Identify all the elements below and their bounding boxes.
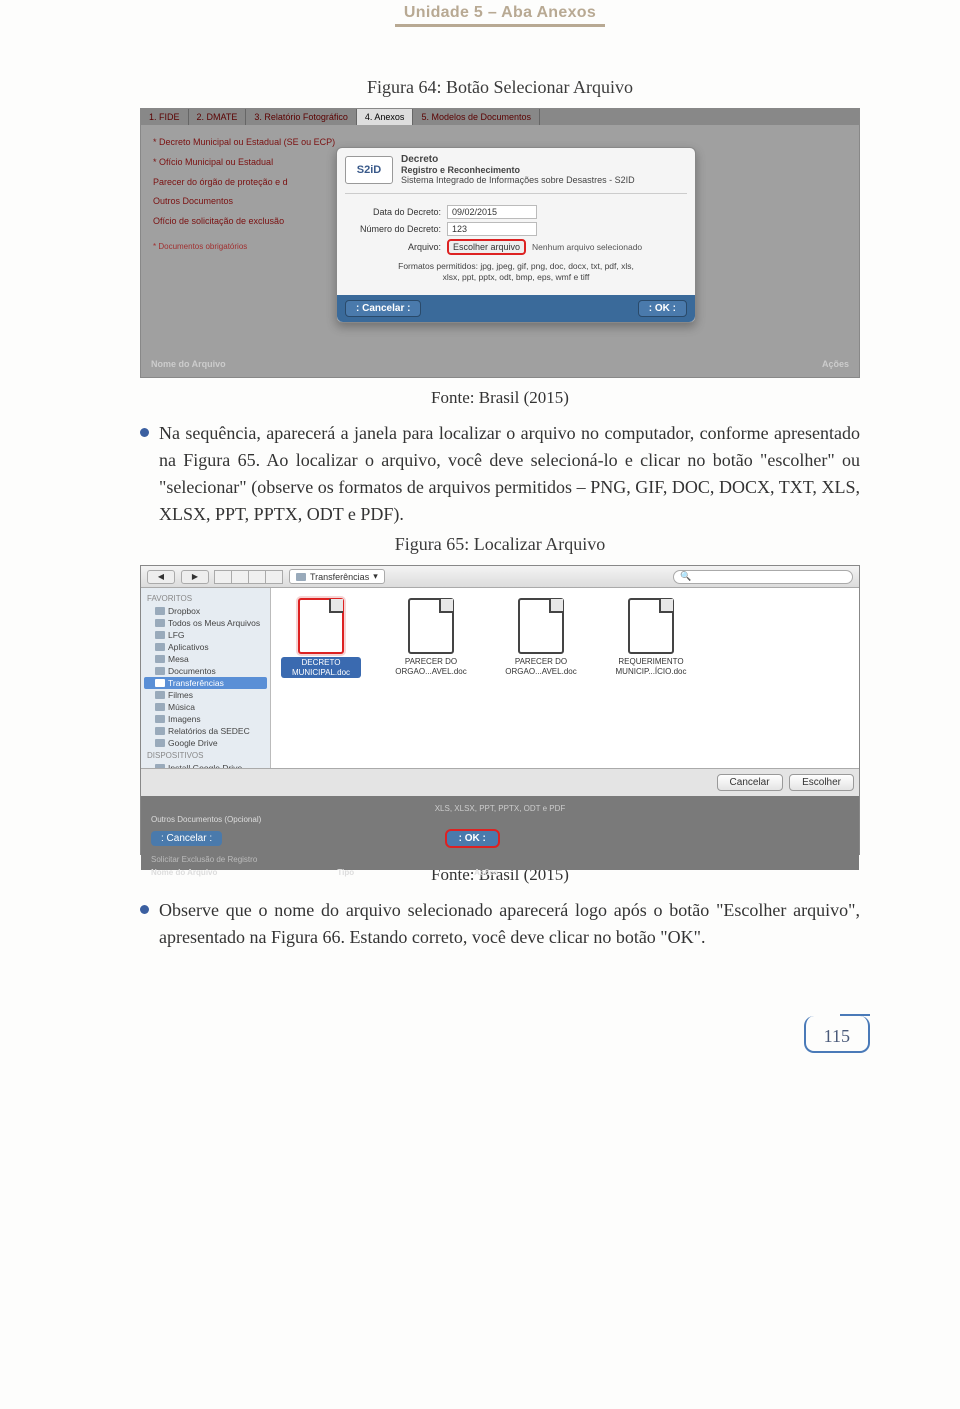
file-requerimento[interactable]: REQUERIMENTO MUNICIP...ÍCIO.doc — [611, 598, 691, 676]
sidebar-item-gdrive[interactable]: Google Drive — [141, 737, 270, 749]
paragraph-1: Na sequência, aparecerá a janela para lo… — [159, 420, 860, 528]
sidebar-header-disp: DISPOSITIVOS — [141, 749, 270, 762]
doc-icon — [518, 598, 564, 654]
sidebar-item-dropbox[interactable]: Dropbox — [141, 605, 270, 617]
sidebar-item-transferencias[interactable]: Transferências — [144, 677, 267, 689]
tab-modelos[interactable]: 5. Modelos de Documentos — [413, 109, 540, 125]
screenshot-s2id-dialog: 1. FIDE 2. DMATE 3. Relatório Fotográfic… — [140, 108, 860, 378]
finder-sidebar: FAVORITOS Dropbox Todos os Meus Arquivos… — [141, 588, 271, 768]
input-data-decreto[interactable]: 09/02/2015 — [447, 205, 537, 219]
under-outros: Outros Documentos (Opcional) — [151, 815, 849, 824]
dlg-title: Decreto — [401, 154, 687, 165]
sidebar-header-fav: FAVORITOS — [141, 592, 270, 605]
bullet-icon — [140, 905, 149, 914]
file-parecer2[interactable]: PARECER DO ORGAO...AVEL.doc — [501, 598, 581, 676]
escolher-arquivo-button[interactable]: Escolher arquivo — [447, 239, 526, 255]
tab-relatorio[interactable]: 3. Relatório Fotográfico — [246, 109, 357, 125]
running-header: Unidade 5 – Aba Anexos — [140, 0, 860, 22]
under-col-nome: Nome do Arquivo — [151, 868, 217, 877]
finder-footer: Cancelar Escolher — [141, 768, 859, 796]
header-rule — [395, 24, 605, 27]
dlg-subtitle1: Registro e Reconhecimento — [401, 165, 687, 175]
file-grid: DECRETO MUNICIPAL.doc PARECER DO ORGAO..… — [271, 588, 859, 768]
finder-choose-button[interactable]: Escolher — [789, 774, 854, 791]
col-nome: Nome do Arquivo — [151, 359, 226, 369]
fwd-button[interactable]: ▶ — [181, 570, 209, 584]
under-cancel-button[interactable]: : Cancelar : — [151, 831, 222, 846]
sidebar-item-todos[interactable]: Todos os Meus Arquivos — [141, 617, 270, 629]
file-parecer1[interactable]: PARECER DO ORGAO...AVEL.doc — [391, 598, 471, 676]
folder-icon — [296, 573, 306, 581]
search-input[interactable]: 🔍 — [673, 570, 853, 584]
sidebar-item-lfg[interactable]: LFG — [141, 629, 270, 641]
tab-row: 1. FIDE 2. DMATE 3. Relatório Fotográfic… — [141, 109, 859, 125]
tab-fide[interactable]: 1. FIDE — [141, 109, 189, 125]
source-fig64: Fonte: Brasil (2015) — [140, 388, 860, 408]
doc-icon — [628, 598, 674, 654]
under-ok-button[interactable]: : OK : — [445, 829, 500, 848]
sidebar-item-mesa[interactable]: Mesa — [141, 653, 270, 665]
under-formats: XLS, XLSX, PPT, PPTX, ODT e PDF — [151, 804, 849, 813]
input-numero-decreto[interactable]: 123 — [447, 222, 537, 236]
figure64-caption: Figura 64: Botão Selecionar Arquivo — [140, 77, 860, 98]
location-dropdown[interactable]: Transferências ▾ — [289, 569, 385, 584]
figure65-caption: Figura 65: Localizar Arquivo — [140, 534, 860, 555]
label-arquivo: Arquivo: — [349, 242, 441, 252]
underlying-dialog: XLS, XLSX, PPT, PPTX, ODT e PDF Outros D… — [141, 796, 859, 870]
tab-anexos[interactable]: 4. Anexos — [357, 109, 414, 125]
under-col-tipo: Tipo — [337, 868, 354, 877]
finder-cancel-button[interactable]: Cancelar — [717, 774, 783, 791]
sidebar-item-install-gd[interactable]: Install Google Drive — [141, 762, 270, 768]
label-numero: Número do Decreto: — [349, 224, 441, 234]
search-icon: 🔍 — [680, 571, 691, 582]
cancelar-button[interactable]: : Cancelar : — [345, 300, 421, 317]
screenshot-finder: ◀ ▶ Transferências ▾ 🔍 FAVORITOS Dropbox… — [140, 565, 860, 855]
decreto-dialog: S2iD Decreto Registro e Reconhecimento S… — [336, 147, 696, 323]
sidebar-item-filmes[interactable]: Filmes — [141, 689, 270, 701]
file-decreto[interactable]: DECRETO MUNICIPAL.doc — [281, 598, 361, 678]
paragraph-2: Observe que o nome do arquivo selecionad… — [159, 897, 860, 951]
back-button[interactable]: ◀ — [147, 570, 175, 584]
bg-table-header: Nome do Arquivo Ações — [151, 359, 849, 369]
sidebar-item-apps[interactable]: Aplicativos — [141, 641, 270, 653]
under-solicitar: Solicitar Exclusão de Registro — [151, 855, 849, 864]
ok-button[interactable]: : OK : — [638, 300, 687, 317]
file-status: Nenhum arquivo selecionado — [532, 242, 642, 252]
s2id-logo: S2iD — [345, 156, 393, 184]
label-data: Data do Decreto: — [349, 207, 441, 217]
chevron-down-icon: ▾ — [373, 571, 378, 582]
finder-toolbar: ◀ ▶ Transferências ▾ 🔍 — [141, 566, 859, 588]
doc-icon — [408, 598, 454, 654]
sidebar-item-musica[interactable]: Música — [141, 701, 270, 713]
col-acoes: Ações — [822, 359, 849, 369]
dlg-subtitle2: Sistema Integrado de Informações sobre D… — [401, 175, 687, 185]
tab-dmate[interactable]: 2. DMATE — [189, 109, 247, 125]
page-number: 115 — [804, 1016, 870, 1053]
formats-hint: Formatos permitidos: jpg, jpeg, gif, png… — [349, 261, 683, 283]
view-segmented[interactable] — [215, 570, 283, 584]
sidebar-item-imagens[interactable]: Imagens — [141, 713, 270, 725]
sidebar-item-docs[interactable]: Documentos — [141, 665, 270, 677]
doc-icon — [298, 598, 344, 654]
bullet-icon — [140, 428, 149, 437]
sidebar-item-sedec[interactable]: Relatórios da SEDEC — [141, 725, 270, 737]
under-col-acoes: Ações — [474, 868, 498, 877]
